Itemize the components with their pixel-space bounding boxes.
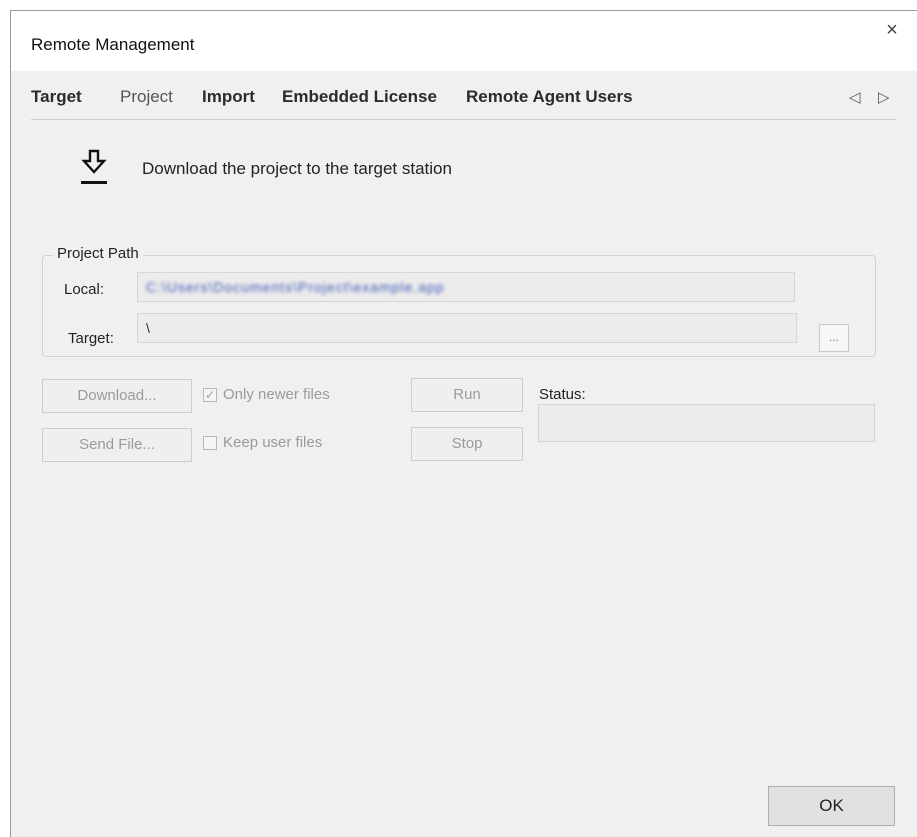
tab-project[interactable]: Project — [120, 87, 173, 107]
keep-user-files-checkbox[interactable]: Keep user files — [203, 434, 322, 451]
status-display — [538, 404, 875, 442]
only-newer-files-label: Only newer files — [223, 386, 330, 403]
tab-strip: Target Project Import Embedded License R… — [31, 85, 896, 120]
local-path-field[interactable]: C:\Users\Documents\Project\example.app — [137, 272, 795, 302]
status-label: Status: — [539, 386, 586, 403]
active-tab-indicator — [119, 117, 181, 119]
tab-import[interactable]: Import — [202, 87, 255, 107]
tab-remote-agent-users[interactable]: Remote Agent Users — [466, 87, 633, 107]
checkmark-icon: ✓ — [203, 387, 217, 402]
stop-button[interactable]: Stop — [411, 427, 523, 461]
ok-button[interactable]: OK — [768, 786, 895, 826]
header-description: Download the project to the target stati… — [142, 159, 452, 178]
tab-scroll-left-icon[interactable]: ◁ — [849, 88, 861, 106]
project-path-legend: Project Path — [53, 245, 143, 262]
target-path-field[interactable]: \ — [137, 313, 797, 343]
download-icon — [81, 149, 107, 184]
run-button[interactable]: Run — [411, 378, 523, 412]
local-label: Local: — [64, 281, 105, 298]
title-bar: Remote Management × — [11, 11, 917, 71]
remote-management-dialog: Remote Management × Target Project Impor… — [10, 10, 917, 837]
keep-user-files-label: Keep user files — [223, 434, 323, 451]
checkbox-empty-icon — [203, 435, 217, 450]
target-path-value: \ — [146, 320, 150, 336]
tab-target[interactable]: Target — [31, 87, 82, 107]
target-label: Target: — [68, 330, 114, 347]
download-button[interactable]: Download... — [42, 379, 192, 413]
browse-button[interactable]: ... — [819, 324, 849, 352]
window-title: Remote Management — [31, 35, 195, 54]
local-path-value: C:\Users\Documents\Project\example.app — [146, 279, 445, 295]
close-icon[interactable]: × — [881, 19, 903, 42]
only-newer-files-checkbox[interactable]: ✓ Only newer files — [203, 386, 330, 403]
tab-embedded-license[interactable]: Embedded License — [282, 87, 437, 107]
send-file-button[interactable]: Send File... — [42, 428, 192, 462]
tab-scroll-right-icon[interactable]: ▷ — [878, 88, 890, 106]
